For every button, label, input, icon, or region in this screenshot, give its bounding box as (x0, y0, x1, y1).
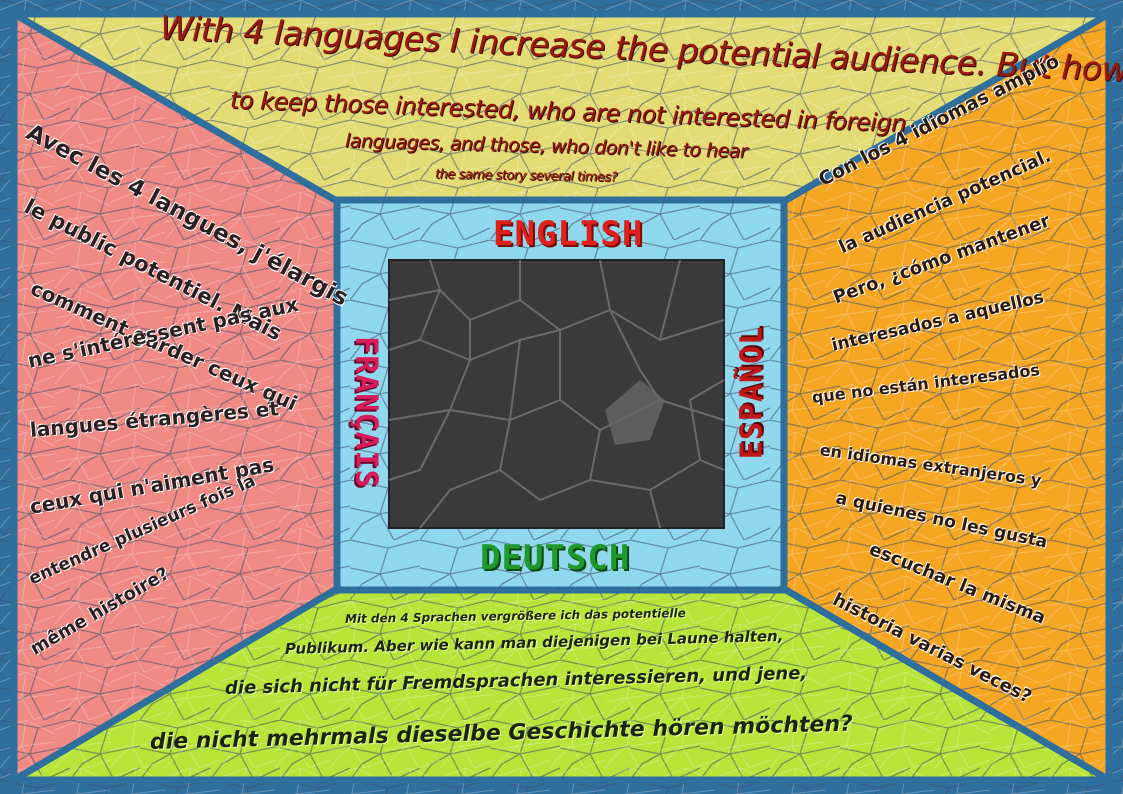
label-espanol: ESPAÑOL (734, 325, 770, 460)
label-deutsch: DEUTSCH (480, 538, 631, 578)
label-english: ENGLISH (493, 214, 644, 254)
poster: With 4 languages I increase the potentia… (0, 0, 1123, 794)
top-text-line-4: the same story several times? (434, 167, 618, 186)
center-screen (388, 259, 725, 529)
label-francais: FRANÇAIS (348, 336, 384, 489)
